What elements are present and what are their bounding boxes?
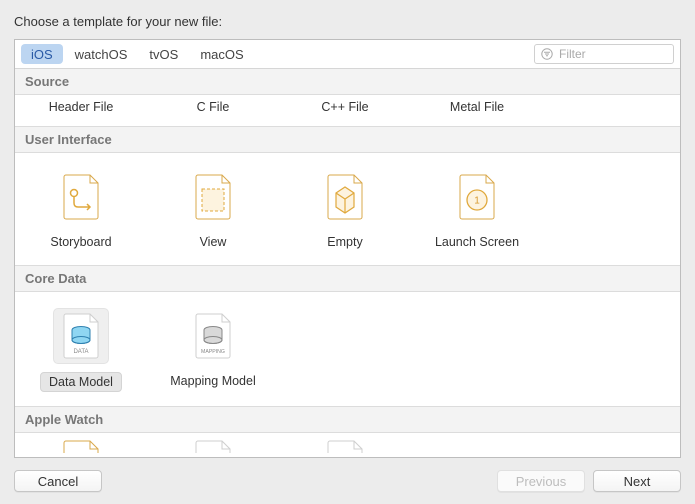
template-label: C++ File xyxy=(313,98,376,116)
empty-icon xyxy=(317,169,373,225)
section-header-source: Source xyxy=(15,69,680,95)
mapping-model-icon: MAPPING xyxy=(185,308,241,364)
svg-text:MAPPING: MAPPING xyxy=(201,349,225,355)
template-panel: iOS watchOS tvOS macOS Source Header Fil… xyxy=(14,39,681,458)
section-header-coredata: Core Data xyxy=(15,265,680,292)
template-cpp-file[interactable]: C++ File xyxy=(279,95,411,116)
template-c-file[interactable]: C File xyxy=(147,95,279,116)
previous-button: Previous xyxy=(497,470,585,492)
tab-macos[interactable]: macOS xyxy=(190,44,253,64)
svg-text:DATA: DATA xyxy=(73,349,88,355)
next-button[interactable]: Next xyxy=(593,470,681,492)
tab-ios[interactable]: iOS xyxy=(21,44,63,64)
coredata-row: DATA Data Model MAPPING xyxy=(15,292,680,406)
template-label: C File xyxy=(189,98,238,116)
template-label: Launch Screen xyxy=(427,233,527,251)
template-header-file[interactable]: Header File xyxy=(15,95,147,116)
filter-field[interactable] xyxy=(534,44,674,64)
dialog-footer: Cancel Previous Next xyxy=(14,458,681,492)
template-label: Header File xyxy=(41,98,122,116)
template-view[interactable]: View xyxy=(147,153,279,251)
data-model-icon: DATA xyxy=(53,308,109,364)
applewatch-row xyxy=(15,433,680,453)
new-file-dialog: Choose a template for your new file: iOS… xyxy=(0,0,695,504)
filter-input[interactable] xyxy=(557,46,667,62)
file-icon xyxy=(317,439,373,453)
filter-icon xyxy=(541,48,553,60)
tab-tvos[interactable]: tvOS xyxy=(139,44,188,64)
svg-text:1: 1 xyxy=(474,196,480,207)
template-data-model[interactable]: DATA Data Model xyxy=(15,292,147,392)
template-label: Metal File xyxy=(442,98,512,116)
ui-row: Storyboard View xyxy=(15,153,680,265)
template-applewatch-3[interactable] xyxy=(279,439,411,453)
tab-watchos[interactable]: watchOS xyxy=(65,44,138,64)
file-icon xyxy=(53,439,109,453)
view-icon xyxy=(185,169,241,225)
template-label: Data Model xyxy=(40,372,122,392)
template-launch-screen[interactable]: 1 Launch Screen xyxy=(411,153,543,251)
section-header-applewatch: Apple Watch xyxy=(15,406,680,433)
template-label: Storyboard xyxy=(42,233,119,251)
template-storyboard[interactable]: Storyboard xyxy=(15,153,147,251)
source-row: Header File C File C++ File Metal File xyxy=(15,95,680,126)
dialog-prompt: Choose a template for your new file: xyxy=(14,14,681,29)
template-scroll[interactable]: Source Header File C File C++ File Metal… xyxy=(15,69,680,457)
section-header-ui: User Interface xyxy=(15,126,680,153)
template-label: View xyxy=(192,233,235,251)
template-metal-file[interactable]: Metal File xyxy=(411,95,543,116)
template-applewatch-2[interactable] xyxy=(147,439,279,453)
launch-screen-icon: 1 xyxy=(449,169,505,225)
template-label: Empty xyxy=(319,233,370,251)
template-mapping-model[interactable]: MAPPING Mapping Model xyxy=(147,292,279,392)
cancel-button[interactable]: Cancel xyxy=(14,470,102,492)
file-icon xyxy=(185,439,241,453)
platform-tabbar: iOS watchOS tvOS macOS xyxy=(15,40,680,69)
template-empty[interactable]: Empty xyxy=(279,153,411,251)
storyboard-icon xyxy=(53,169,109,225)
template-applewatch-1[interactable] xyxy=(15,439,147,453)
template-label: Mapping Model xyxy=(162,372,263,390)
